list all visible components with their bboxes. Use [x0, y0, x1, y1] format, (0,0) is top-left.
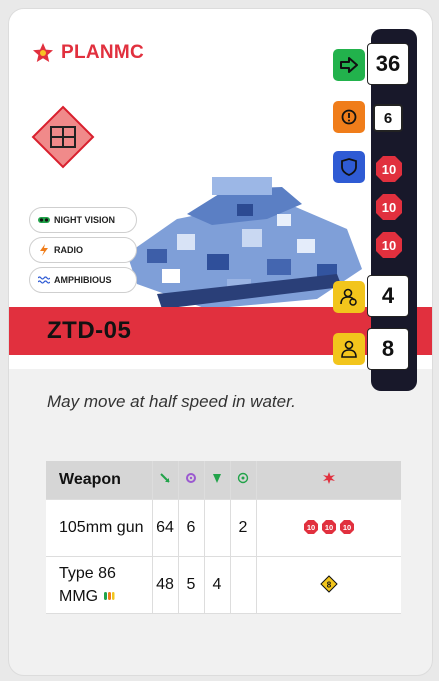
penetration-icon: [213, 473, 221, 483]
weapon-penetration: [204, 499, 231, 557]
morale-value: 6: [373, 104, 403, 132]
weapon-accuracy: 5: [178, 556, 205, 614]
trait-label: RADIO: [54, 245, 83, 255]
trait-night-vision: NIGHT VISION: [29, 207, 137, 233]
armor-side-value: 10: [376, 194, 402, 220]
weapon-penetration: 4: [204, 556, 231, 614]
trait-amphibious: AMPHIBIOUS: [29, 267, 137, 293]
amphibious-icon: [38, 276, 50, 284]
penetration-column-header: [204, 461, 231, 500]
weapon-rof: 2: [230, 499, 257, 557]
star-icon: [33, 43, 53, 62]
person-icon: [341, 340, 357, 358]
explosion-icon: [322, 471, 335, 484]
armor-chip: [333, 151, 365, 183]
accuracy-icon: [186, 472, 196, 483]
damage-badge-icon: 10: [303, 520, 318, 535]
unit-name: ZTD-05: [47, 317, 132, 344]
infantry-chip: [333, 333, 365, 365]
svg-text:10: 10: [307, 523, 315, 532]
svg-text:10: 10: [382, 162, 396, 177]
weapon-damage: 10 10 10: [256, 499, 401, 557]
traits-list: NIGHT VISION RADIO AMPHIBIOUS: [29, 207, 137, 297]
trait-radio: RADIO: [29, 237, 137, 263]
weapon-row: 105mm gun 64 6 2 10 10 10: [46, 499, 401, 557]
he-damage-badge-icon: 8: [320, 575, 338, 594]
arrow-right-icon: [340, 57, 358, 73]
move-chip: [333, 49, 365, 81]
faction-name: PLANMC: [61, 42, 145, 63]
armor-unit-symbol-icon: [31, 105, 95, 169]
damage-badge-icon: 10: [321, 520, 336, 535]
weapon-column-header: Weapon: [46, 461, 153, 500]
night-vision-icon: [38, 217, 50, 223]
faction-header: PLANMC: [31, 41, 144, 65]
rof-column-header: [230, 461, 257, 500]
svg-text:10: 10: [382, 200, 396, 215]
armor-top-value: 10: [376, 232, 402, 258]
weapon-name: 105mm gun: [46, 499, 153, 557]
weapons-header-row: Weapon: [46, 461, 401, 500]
weapon-rof: [230, 556, 257, 614]
morale-icon: [341, 109, 357, 125]
weapon-range: 48: [152, 556, 179, 614]
trait-label: AMPHIBIOUS: [54, 275, 112, 285]
weapon-name: Type 86 MMG: [46, 556, 153, 614]
weapon-damage: 8: [256, 556, 401, 614]
svg-text:10: 10: [325, 523, 333, 532]
armor-front-value: 10: [376, 156, 402, 182]
crew-icon: [340, 288, 357, 306]
radio-icon: [40, 244, 48, 256]
crew-chip: [333, 281, 365, 313]
accuracy-column-header: [178, 461, 205, 500]
tank-image: [127, 177, 362, 309]
svg-text:10: 10: [343, 523, 351, 532]
auto-fire-icon: [103, 592, 115, 601]
svg-text:8: 8: [327, 581, 332, 590]
infantry-value: 8: [367, 328, 409, 370]
svg-text:10: 10: [382, 238, 396, 253]
weapon-row: Type 86 MMG 48 5 4 8: [46, 556, 401, 614]
crew-value: 4: [367, 275, 409, 317]
unit-card: PLANMC NIGHT VISION RADIO AMPHIBIOUS ZTD…: [8, 8, 433, 676]
unit-description: May move at half speed in water.: [47, 392, 296, 411]
rate-of-fire-icon: [237, 472, 249, 483]
morale-chip: [333, 101, 365, 133]
weapons-table: Weapon 105mm gun 64 6 2 10 10 10 Type 86…: [46, 461, 401, 614]
move-value: 36: [367, 43, 409, 85]
weapon-range: 64: [152, 499, 179, 557]
trait-label: NIGHT VISION: [54, 215, 116, 225]
range-icon: [160, 473, 170, 483]
damage-badge-icon: 10: [339, 520, 354, 535]
damage-column-header: [256, 461, 401, 500]
weapon-accuracy: 6: [178, 499, 205, 557]
shield-icon: [341, 158, 357, 176]
range-column-header: [152, 461, 179, 500]
